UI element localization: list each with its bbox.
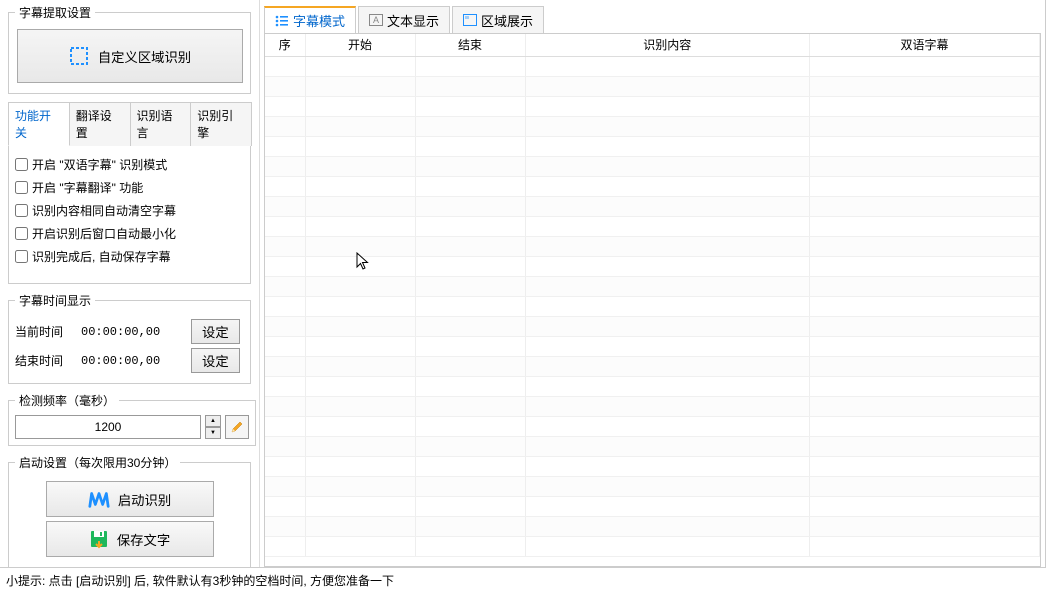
subtitle-table-wrap: 序 开始 结束 识别内容 双语字幕	[264, 33, 1041, 567]
freq-input[interactable]	[15, 415, 201, 439]
custom-region-button[interactable]: 自定义区域识别	[17, 29, 243, 83]
save-icon	[89, 529, 109, 549]
tab-region-display[interactable]: 区域展示	[452, 6, 544, 33]
table-row[interactable]	[265, 436, 1040, 456]
col-seq-header[interactable]: 序	[265, 34, 305, 56]
table-row[interactable]	[265, 56, 1040, 76]
save-text-label: 保存文字	[117, 530, 170, 549]
set-current-time-button[interactable]: 设定	[191, 319, 240, 344]
start-recognition-label: 启动识别	[118, 490, 171, 509]
freq-legend: 检测频率（毫秒）	[15, 392, 119, 409]
tab-subtitle-mode[interactable]: 字幕模式	[264, 6, 356, 33]
left-tab-body: 开启 "双语字幕" 识别模式 开启 "字幕翻译" 功能 识别内容相同自动清空字幕…	[8, 146, 251, 284]
tab-recognize-language[interactable]: 识别语言	[130, 102, 192, 146]
freq-down-button[interactable]: ▼	[205, 427, 221, 439]
current-time-value: 00:00:00,00	[81, 325, 181, 339]
table-row[interactable]	[265, 456, 1040, 476]
tab-translate-settings[interactable]: 翻译设置	[69, 102, 131, 146]
freq-up-button[interactable]: ▲	[205, 415, 221, 427]
check-bilingual-mode-label: 开启 "双语字幕" 识别模式	[32, 156, 167, 173]
region-icon	[68, 45, 90, 67]
table-row[interactable]	[265, 96, 1040, 116]
check-auto-clear[interactable]	[15, 204, 28, 217]
pencil-icon	[230, 420, 244, 434]
current-time-label: 当前时间	[15, 323, 71, 340]
table-row[interactable]	[265, 536, 1040, 556]
check-auto-minimize-label: 开启识别后窗口自动最小化	[32, 225, 176, 242]
check-bilingual-mode[interactable]	[15, 158, 28, 171]
launch-legend: 启动设置（每次限用30分钟）	[15, 454, 180, 471]
col-end-header[interactable]: 结束	[415, 34, 525, 56]
table-row[interactable]	[265, 356, 1040, 376]
check-subtitle-translate[interactable]	[15, 181, 28, 194]
subtitle-table-body	[265, 56, 1040, 556]
table-row[interactable]	[265, 136, 1040, 156]
table-row[interactable]	[265, 116, 1040, 136]
start-icon	[88, 489, 110, 509]
tab-text-display-label: 文本显示	[387, 11, 439, 30]
col-bilingual-header[interactable]: 双语字幕	[810, 34, 1040, 56]
list-icon	[275, 15, 289, 27]
table-row[interactable]	[265, 476, 1040, 496]
launch-fieldset: 启动设置（每次限用30分钟） 启动识别 保存文字	[8, 454, 251, 568]
right-tabs: 字幕模式 A 文本显示 区域展示	[264, 6, 1041, 33]
start-recognition-button[interactable]: 启动识别	[46, 481, 214, 517]
end-time-label: 结束时间	[15, 352, 71, 369]
col-start-header[interactable]: 开始	[305, 34, 415, 56]
freq-edit-button[interactable]	[225, 415, 249, 439]
freq-fieldset: 检测频率（毫秒） ▲ ▼	[8, 392, 256, 446]
svg-text:A: A	[373, 15, 379, 25]
check-auto-clear-label: 识别内容相同自动清空字幕	[32, 202, 176, 219]
table-row[interactable]	[265, 76, 1040, 96]
table-row[interactable]	[265, 396, 1040, 416]
table-row[interactable]	[265, 196, 1040, 216]
tab-subtitle-mode-label: 字幕模式	[293, 11, 345, 30]
freq-spinner: ▲ ▼	[205, 415, 221, 439]
table-row[interactable]	[265, 496, 1040, 516]
custom-region-label: 自定义区域识别	[98, 47, 191, 66]
tab-region-display-label: 区域展示	[481, 11, 533, 30]
table-row[interactable]	[265, 296, 1040, 316]
col-content-header[interactable]: 识别内容	[525, 34, 810, 56]
table-row[interactable]	[265, 156, 1040, 176]
check-auto-save[interactable]	[15, 250, 28, 263]
table-row[interactable]	[265, 516, 1040, 536]
save-text-button[interactable]: 保存文字	[46, 521, 214, 557]
tab-text-display[interactable]: A 文本显示	[358, 6, 450, 33]
table-row[interactable]	[265, 376, 1040, 396]
table-row[interactable]	[265, 256, 1040, 276]
table-row[interactable]	[265, 216, 1040, 236]
time-display-legend: 字幕时间显示	[15, 292, 95, 309]
check-subtitle-translate-label: 开启 "字幕翻译" 功能	[32, 179, 143, 196]
tab-function-switch[interactable]: 功能开关	[8, 102, 70, 146]
left-tabs: 功能开关 翻译设置 识别语言 识别引擎	[8, 102, 251, 146]
table-row[interactable]	[265, 416, 1040, 436]
end-time-value: 00:00:00,00	[81, 354, 181, 368]
extract-settings-legend: 字幕提取设置	[15, 4, 95, 21]
text-icon: A	[369, 14, 383, 26]
time-display-fieldset: 字幕时间显示 当前时间 00:00:00,00 设定 结束时间 00:00:00…	[8, 292, 251, 384]
table-row[interactable]	[265, 336, 1040, 356]
extract-settings-fieldset: 字幕提取设置 自定义区域识别	[8, 4, 251, 94]
table-row[interactable]	[265, 276, 1040, 296]
table-row[interactable]	[265, 316, 1040, 336]
footer-tip: 小提示: 点击 [启动识别] 后, 软件默认有3秒钟的空档时间, 方便您准备一下	[0, 568, 1046, 593]
set-end-time-button[interactable]: 设定	[191, 348, 240, 373]
table-row[interactable]	[265, 176, 1040, 196]
tab-recognize-engine[interactable]: 识别引擎	[190, 102, 252, 146]
table-row[interactable]	[265, 236, 1040, 256]
region-display-icon	[463, 14, 477, 26]
check-auto-save-label: 识别完成后, 自动保存字幕	[32, 248, 171, 265]
subtitle-table: 序 开始 结束 识别内容 双语字幕	[265, 34, 1040, 557]
check-auto-minimize[interactable]	[15, 227, 28, 240]
